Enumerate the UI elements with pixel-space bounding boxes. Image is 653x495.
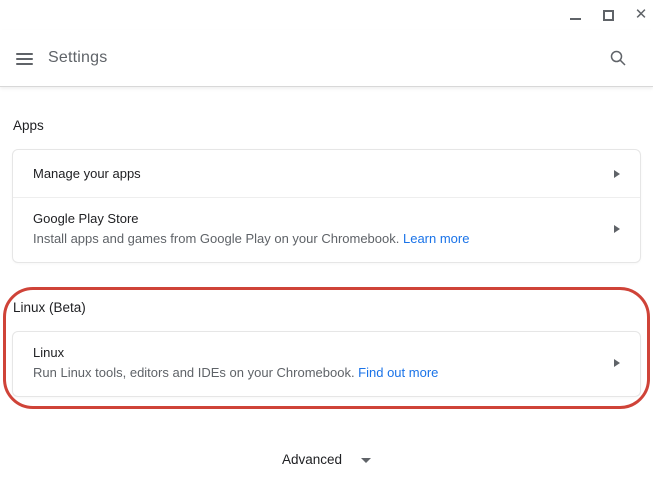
subtitle-text: Install apps and games from Google Play … xyxy=(33,231,403,246)
row-subtitle: Run Linux tools, editors and IDEs on you… xyxy=(33,363,602,383)
hamburger-menu-icon[interactable] xyxy=(16,53,33,65)
search-icon[interactable] xyxy=(609,49,627,67)
find-out-more-link[interactable]: Find out more xyxy=(358,365,438,380)
settings-window: ✕ Settings Apps Manage your apps Google … xyxy=(0,0,653,495)
close-button[interactable]: ✕ xyxy=(634,6,648,23)
advanced-button[interactable]: Advanced xyxy=(281,452,372,467)
titlebar: ✕ xyxy=(0,0,653,30)
apps-card: Manage your apps Google Play Store Insta… xyxy=(12,149,641,263)
close-icon: ✕ xyxy=(634,6,648,23)
row-text: Manage your apps xyxy=(33,164,602,184)
row-google-play-store[interactable]: Google Play Store Install apps and games… xyxy=(13,197,640,262)
subtitle-text: Run Linux tools, editors and IDEs on you… xyxy=(33,365,359,380)
minimize-button[interactable] xyxy=(569,8,581,22)
row-title: Linux xyxy=(33,345,65,360)
row-manage-your-apps[interactable]: Manage your apps xyxy=(13,150,640,197)
page-title: Settings xyxy=(48,49,108,66)
row-subtitle: Install apps and games from Google Play … xyxy=(33,229,602,249)
arrow-right-icon xyxy=(614,169,620,178)
maximize-button[interactable] xyxy=(602,8,614,22)
minimize-icon xyxy=(569,18,581,20)
section-heading-apps: Apps xyxy=(13,118,44,133)
caret-down-icon xyxy=(361,458,372,463)
advanced-wrap: Advanced xyxy=(12,452,641,467)
row-title: Manage your apps xyxy=(33,165,141,181)
settings-content: Apps Manage your apps Google Play Store … xyxy=(0,88,653,467)
linux-card: Linux Run Linux tools, editors and IDEs … xyxy=(12,331,641,397)
window-controls: ✕ xyxy=(569,0,653,22)
advanced-label: Advanced xyxy=(281,452,343,467)
arrow-right-icon xyxy=(614,225,620,233)
arrow-right-icon xyxy=(614,359,620,367)
row-title: Google Play Store xyxy=(33,211,139,226)
maximize-icon xyxy=(602,9,614,21)
row-text: Google Play Store Install apps and games… xyxy=(33,209,602,249)
row-linux[interactable]: Linux Run Linux tools, editors and IDEs … xyxy=(13,332,640,396)
settings-header: Settings xyxy=(0,30,653,87)
learn-more-link[interactable]: Learn more xyxy=(403,231,469,246)
row-text: Linux Run Linux tools, editors and IDEs … xyxy=(33,343,602,383)
section-heading-linux-beta: Linux (Beta) xyxy=(13,300,86,315)
